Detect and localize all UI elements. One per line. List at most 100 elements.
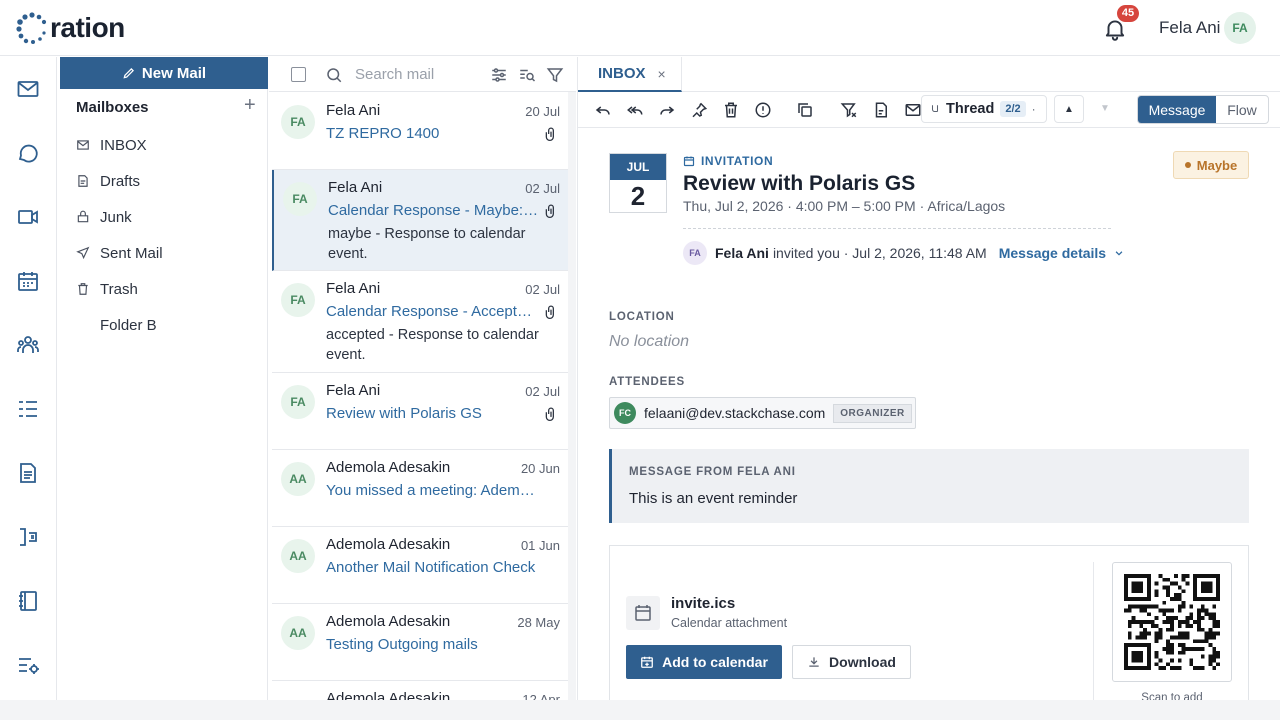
calendar-plus-icon [640, 655, 654, 669]
event-title: Review with Polaris GS [683, 172, 916, 195]
mail-item[interactable]: FA Fela Ani 20 Jul TZ REPRO 1400 [272, 93, 568, 170]
delete-icon[interactable] [722, 101, 740, 119]
inviter-row: FA Fela Ani invited you · Jul 2, 2026, 1… [683, 241, 1124, 265]
file-icon[interactable] [872, 101, 890, 119]
tab-bar: INBOX × [578, 57, 1280, 92]
copy-icon[interactable] [796, 101, 814, 119]
card-divider [1093, 562, 1094, 712]
tasks-icon[interactable] [16, 397, 40, 421]
attachment-name[interactable]: invite.ics [671, 595, 735, 612]
organizer-badge: ORGANIZER [833, 403, 912, 423]
mail-date: 02 Jul [525, 282, 560, 297]
sender-avatar: FA [281, 105, 315, 139]
mailbox-junk[interactable]: Junk [76, 205, 132, 229]
mail-subject: You missed a meeting: Ademola's meeting [326, 482, 538, 499]
mail-from: Fela Ani [326, 102, 381, 119]
add-mailbox-button[interactable]: + [244, 95, 256, 115]
mailbox-label: Trash [100, 280, 138, 298]
mailbox-folder-b[interactable]: Folder B [76, 313, 157, 337]
reader-icon[interactable] [16, 525, 40, 549]
inviter-name: Fela Ani [715, 245, 769, 261]
report-icon[interactable] [754, 101, 772, 119]
chevron-down-icon[interactable] [1114, 248, 1124, 258]
attachment-icon [544, 304, 558, 320]
user-avatar[interactable]: FA [1224, 12, 1256, 44]
new-mail-label: New Mail [141, 64, 207, 82]
notification-count-badge: 45 [1117, 5, 1139, 22]
mail-item[interactable]: AA Ademola Adesakin 01 Jun Another Mail … [272, 527, 568, 604]
mail-preview: accepted - Response to calendar event. [326, 327, 539, 363]
mail-icon[interactable] [16, 77, 40, 101]
mailboxes-panel: New Mail Mailboxes + INBOX Drafts Junk S… [58, 57, 268, 720]
notebook-icon[interactable] [16, 589, 40, 613]
mail-from: Ademola Adesakin [326, 613, 451, 630]
search-input[interactable]: Search mail [355, 66, 434, 83]
chat-icon[interactable] [16, 141, 40, 165]
rsvp-status-badge[interactable]: Maybe [1173, 151, 1249, 179]
reply-all-icon[interactable] [626, 101, 644, 119]
mail-item[interactable]: AA Ademola Adesakin 28 May Testing Outgo… [272, 604, 568, 681]
location-value: No location [609, 333, 690, 350]
event-when: Thu, Jul 2, 2026 · 4:00 PM – 5:00 PM · A… [683, 198, 1006, 214]
invited-text: invited you · Jul 2, 2026, 11:48 AM [772, 245, 987, 261]
mail-date: 02 Jul [525, 181, 560, 196]
view-message-button[interactable]: Message [1138, 96, 1216, 123]
list-scrollbar[interactable] [568, 92, 576, 720]
mail-subject: Calendar Response - Maybe: Review with P… [328, 202, 540, 219]
new-mail-button[interactable]: New Mail [60, 57, 268, 89]
mailbox-drafts[interactable]: Drafts [76, 169, 140, 193]
reply-icon[interactable] [594, 101, 612, 119]
view-flow-button[interactable]: Flow [1216, 96, 1268, 123]
search-icon[interactable] [325, 66, 343, 84]
pin-icon[interactable] [690, 101, 708, 119]
mail-list: Search mail FA Fela Ani 20 Jul TZ REPRO … [269, 57, 576, 720]
advanced-search-icon[interactable] [518, 66, 536, 84]
mailbox-inbox[interactable]: INBOX [76, 133, 147, 157]
calendar-icon[interactable] [16, 269, 40, 293]
mailbox-trash[interactable]: Trash [76, 277, 138, 301]
add-to-calendar-button[interactable]: Add to calendar [626, 645, 782, 679]
add-to-calendar-label: Add to calendar [662, 654, 768, 670]
video-icon[interactable] [16, 205, 40, 229]
mail-subject: TZ REPRO 1400 [326, 125, 440, 142]
close-tab-icon[interactable]: × [658, 66, 666, 82]
calendar-file-icon [626, 596, 660, 630]
invitation-tag: INVITATION [683, 154, 773, 168]
mailboxes-title: Mailboxes [76, 99, 149, 116]
user-name[interactable]: Fela Ani [1159, 18, 1220, 38]
attendee-chip[interactable]: FC felaani@dev.stackchase.com ORGANIZER [609, 397, 916, 429]
thread-selector[interactable]: Thread 2/2 · [921, 95, 1047, 123]
settings-icon[interactable] [16, 653, 40, 677]
message-details-link[interactable]: Message details [999, 245, 1106, 261]
mail-item[interactable]: FA Fela Ani 02 Jul Calendar Response - M… [272, 170, 568, 271]
mail-date: 28 May [517, 615, 560, 630]
forward-icon[interactable] [658, 101, 676, 119]
next-message-button[interactable]: ▼ [1090, 95, 1120, 123]
more-dots-icon: · [1031, 102, 1036, 116]
contacts-icon[interactable] [16, 333, 40, 357]
mail-date: 20 Jul [525, 104, 560, 119]
select-all-checkbox[interactable] [291, 67, 306, 82]
tab-label: INBOX [598, 65, 646, 82]
mail-date: 01 Jun [520, 538, 560, 553]
mailbox-sent[interactable]: Sent Mail [76, 241, 163, 265]
mark-unread-icon[interactable] [904, 101, 922, 119]
status-dot [1184, 162, 1191, 168]
thread-label: Thread [946, 101, 995, 117]
pencil-icon [122, 66, 136, 80]
app-logo[interactable]: ration [16, 10, 125, 46]
mail-item[interactable]: FA Fela Ani 02 Jul Calendar Response - A… [272, 271, 568, 373]
mailbox-label: Drafts [100, 172, 141, 190]
previous-message-button[interactable]: ▲ [1054, 95, 1084, 123]
clear-filter-icon[interactable] [840, 101, 858, 119]
mail-item[interactable]: AA Ademola Adesakin 20 Jun You missed a … [272, 450, 568, 527]
mail-from: Ademola Adesakin [326, 536, 451, 553]
filter-icon[interactable] [546, 66, 564, 84]
document-icon[interactable] [16, 461, 40, 485]
junk-icon [76, 210, 90, 224]
download-button[interactable]: Download [792, 645, 911, 679]
tab-inbox[interactable]: INBOX × [578, 57, 682, 92]
sliders-icon[interactable] [490, 66, 508, 84]
mail-item[interactable]: FA Fela Ani 02 Jul Review with Polaris G… [272, 373, 568, 450]
top-bar: ration 45 Fela Ani FA [0, 0, 1280, 56]
